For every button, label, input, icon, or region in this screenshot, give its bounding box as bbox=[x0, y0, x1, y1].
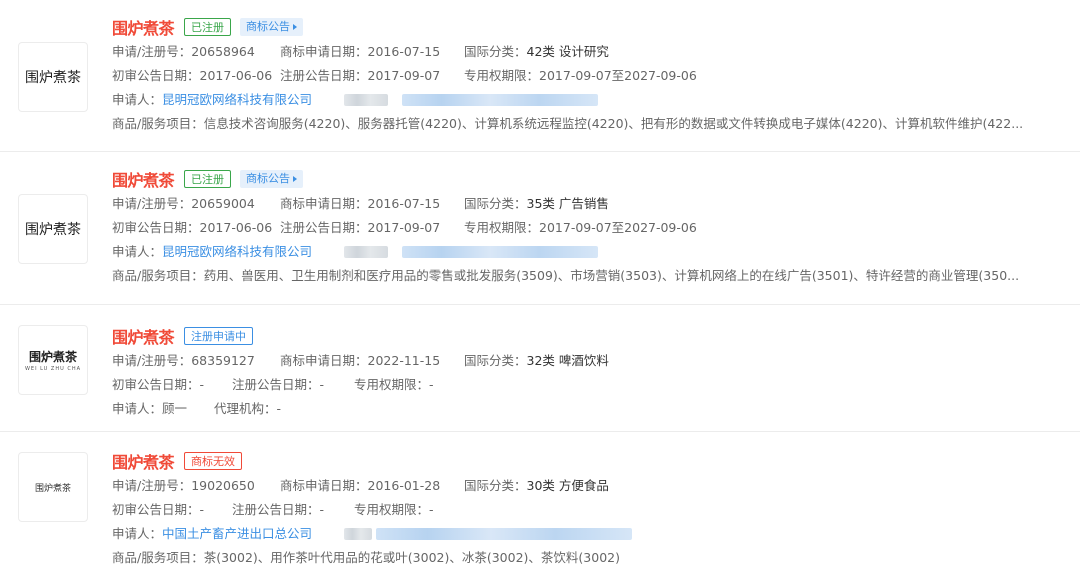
apply-date: 商标申请日期：2016-07-15 bbox=[280, 44, 441, 59]
applicant-row: 申请人：中国土产畜产进出口总公司 bbox=[112, 522, 1080, 546]
trademark-name[interactable]: 围炉煮茶 bbox=[112, 324, 175, 348]
trademark-logo-text: 围炉煮茶 bbox=[34, 483, 71, 494]
status-badge: 商标无效 bbox=[184, 452, 243, 470]
info-row: 初审公告日期：- 注册公告日期：- 专用权期限：- bbox=[112, 498, 1080, 522]
redacted-block bbox=[402, 94, 598, 106]
reg-number: 申请/注册号：68359127 bbox=[112, 353, 255, 368]
info-row: 申请/注册号：19020650 商标申请日期：2016-01-28 国际分类：3… bbox=[112, 474, 1080, 498]
trademark-card[interactable]: 围炉煮茶 围炉煮茶 商标无效 申请/注册号：19020650 商标申请日期：20… bbox=[0, 432, 1080, 583]
trademark-card[interactable]: 围炉煮茶 围炉煮茶 已注册 商标公告 申请/注册号：20659004 商标申请日… bbox=[0, 152, 1080, 305]
intl-class: 国际分类：30类 方便食品 bbox=[464, 478, 609, 493]
info-row: 初审公告日期：2017-06-06 注册公告日期：2017-09-07 专用权期… bbox=[112, 216, 1080, 240]
prelim-date: 初审公告日期：2017-06-06 bbox=[112, 220, 273, 235]
trademark-logo[interactable]: 围炉煮茶 WEI LU ZHU CHA bbox=[18, 325, 88, 395]
apply-date: 商标申请日期：2022-11-15 bbox=[280, 353, 441, 368]
agent: 代理机构：- bbox=[214, 401, 282, 416]
exclusive-period: 专用权期限：- bbox=[354, 377, 434, 392]
intl-class: 国际分类：42类 设计研究 bbox=[464, 44, 609, 59]
redacted-block bbox=[344, 528, 372, 540]
redacted-block bbox=[344, 246, 388, 258]
intl-class: 国际分类：32类 啤酒饮料 bbox=[464, 353, 609, 368]
reg-date: 注册公告日期：- bbox=[232, 502, 325, 517]
applicant: 申请人：顾一 bbox=[112, 401, 188, 416]
prelim-date: 初审公告日期：2017-06-06 bbox=[112, 68, 273, 83]
trademark-logo[interactable]: 围炉煮茶 bbox=[18, 42, 88, 112]
info-row: 申请/注册号：68359127 商标申请日期：2022-11-15 国际分类：3… bbox=[112, 349, 1080, 373]
goods-services: 商品/服务项目：药用、兽医用、卫生用制剂和医疗用品的零售或批发服务(3509)、… bbox=[112, 268, 1020, 283]
trademark-name[interactable]: 围炉煮茶 bbox=[112, 167, 175, 191]
announcement-button[interactable]: 商标公告 bbox=[240, 18, 304, 36]
applicant-label: 申请人： bbox=[112, 92, 163, 107]
trademark-logo-text: 围炉煮茶 bbox=[28, 350, 77, 364]
applicant-link[interactable]: 中国土产畜产进出口总公司 bbox=[162, 526, 312, 541]
applicant-label: 申请人： bbox=[112, 526, 163, 541]
trademark-logo[interactable]: 围炉煮茶 bbox=[18, 194, 88, 264]
applicant-row: 申请人：昆明冠欧网络科技有限公司 bbox=[112, 240, 1080, 264]
reg-number: 申请/注册号：19020650 bbox=[112, 478, 255, 493]
goods-services: 商品/服务项目：茶(3002)、用作茶叶代用品的花或叶(3002)、冰茶(300… bbox=[112, 550, 620, 565]
redacted-block bbox=[376, 528, 632, 540]
announcement-button[interactable]: 商标公告 bbox=[240, 170, 304, 188]
prelim-date: 初审公告日期：- bbox=[112, 377, 205, 392]
status-badge: 注册申请中 bbox=[184, 327, 254, 345]
trademark-name[interactable]: 围炉煮茶 bbox=[112, 449, 175, 473]
applicant-label: 申请人： bbox=[112, 244, 163, 259]
applicant-link[interactable]: 昆明冠欧网络科技有限公司 bbox=[162, 92, 312, 107]
trademark-result-list: 围炉煮茶 围炉煮茶 已注册 商标公告 申请/注册号：20658964 商标申请日… bbox=[0, 0, 1080, 583]
trademark-card[interactable]: 围炉煮茶 WEI LU ZHU CHA 围炉煮茶 注册申请中 申请/注册号：68… bbox=[0, 305, 1080, 432]
trademark-logo-pinyin: WEI LU ZHU CHA bbox=[24, 366, 82, 372]
reg-date: 注册公告日期：2017-09-07 bbox=[280, 220, 441, 235]
trademark-details: 围炉煮茶 注册申请中 申请/注册号：68359127 商标申请日期：2022-1… bbox=[112, 323, 1080, 421]
caret-right-icon bbox=[293, 176, 298, 182]
trademark-name[interactable]: 围炉煮茶 bbox=[112, 15, 175, 39]
reg-number: 申请/注册号：20659004 bbox=[112, 196, 255, 211]
trademark-details: 围炉煮茶 已注册 商标公告 申请/注册号：20659004 商标申请日期：201… bbox=[112, 166, 1080, 288]
reg-date: 注册公告日期：2017-09-07 bbox=[280, 68, 441, 83]
apply-date: 商标申请日期：2016-07-15 bbox=[280, 196, 441, 211]
trademark-title-row: 围炉煮茶 商标无效 bbox=[112, 448, 1080, 474]
prelim-date: 初审公告日期：- bbox=[112, 502, 205, 517]
trademark-title-row: 围炉煮茶 已注册 商标公告 bbox=[112, 14, 1080, 40]
status-badge: 已注册 bbox=[184, 170, 232, 188]
exclusive-period: 专用权期限：2017-09-07至2027-09-06 bbox=[464, 68, 697, 83]
applicant-row: 申请人：顾一 代理机构：- bbox=[112, 397, 1080, 421]
trademark-details: 围炉煮茶 已注册 商标公告 申请/注册号：20658964 商标申请日期：201… bbox=[112, 14, 1080, 136]
trademark-title-row: 围炉煮茶 注册申请中 bbox=[112, 323, 1080, 349]
redacted-block bbox=[344, 94, 388, 106]
applicant-name: 顾一 bbox=[162, 401, 188, 416]
trademark-logo-text: 围炉煮茶 bbox=[25, 222, 81, 238]
apply-date: 商标申请日期：2016-01-28 bbox=[280, 478, 441, 493]
reg-number: 申请/注册号：20658964 bbox=[112, 44, 255, 59]
info-row: 初审公告日期：2017-06-06 注册公告日期：2017-09-07 专用权期… bbox=[112, 64, 1080, 88]
intl-class: 国际分类：35类 广告销售 bbox=[464, 196, 609, 211]
applicant-row: 申请人：昆明冠欧网络科技有限公司 bbox=[112, 88, 1080, 112]
applicant-link[interactable]: 昆明冠欧网络科技有限公司 bbox=[162, 244, 312, 259]
trademark-logo-text: 围炉煮茶 bbox=[25, 70, 81, 86]
trademark-title-row: 围炉煮茶 已注册 商标公告 bbox=[112, 166, 1080, 192]
status-badge: 已注册 bbox=[184, 18, 232, 36]
exclusive-period: 专用权期限：- bbox=[354, 502, 434, 517]
info-row: 申请/注册号：20658964 商标申请日期：2016-07-15 国际分类：4… bbox=[112, 40, 1080, 64]
announcement-label: 商标公告 bbox=[246, 20, 291, 33]
caret-right-icon bbox=[293, 24, 298, 30]
announcement-label: 商标公告 bbox=[246, 172, 291, 185]
goods-services: 商品/服务项目：信息技术咨询服务(4220)、服务器托管(4220)、计算机系统… bbox=[112, 116, 1024, 131]
info-row: 初审公告日期：- 注册公告日期：- 专用权期限：- bbox=[112, 373, 1080, 397]
trademark-details: 围炉煮茶 商标无效 申请/注册号：19020650 商标申请日期：2016-01… bbox=[112, 448, 1080, 570]
redacted-block bbox=[402, 246, 598, 258]
trademark-card[interactable]: 围炉煮茶 围炉煮茶 已注册 商标公告 申请/注册号：20658964 商标申请日… bbox=[0, 0, 1080, 152]
trademark-logo[interactable]: 围炉煮茶 bbox=[18, 452, 88, 522]
info-row: 申请/注册号：20659004 商标申请日期：2016-07-15 国际分类：3… bbox=[112, 192, 1080, 216]
reg-date: 注册公告日期：- bbox=[232, 377, 325, 392]
exclusive-period: 专用权期限：2017-09-07至2027-09-06 bbox=[464, 220, 697, 235]
